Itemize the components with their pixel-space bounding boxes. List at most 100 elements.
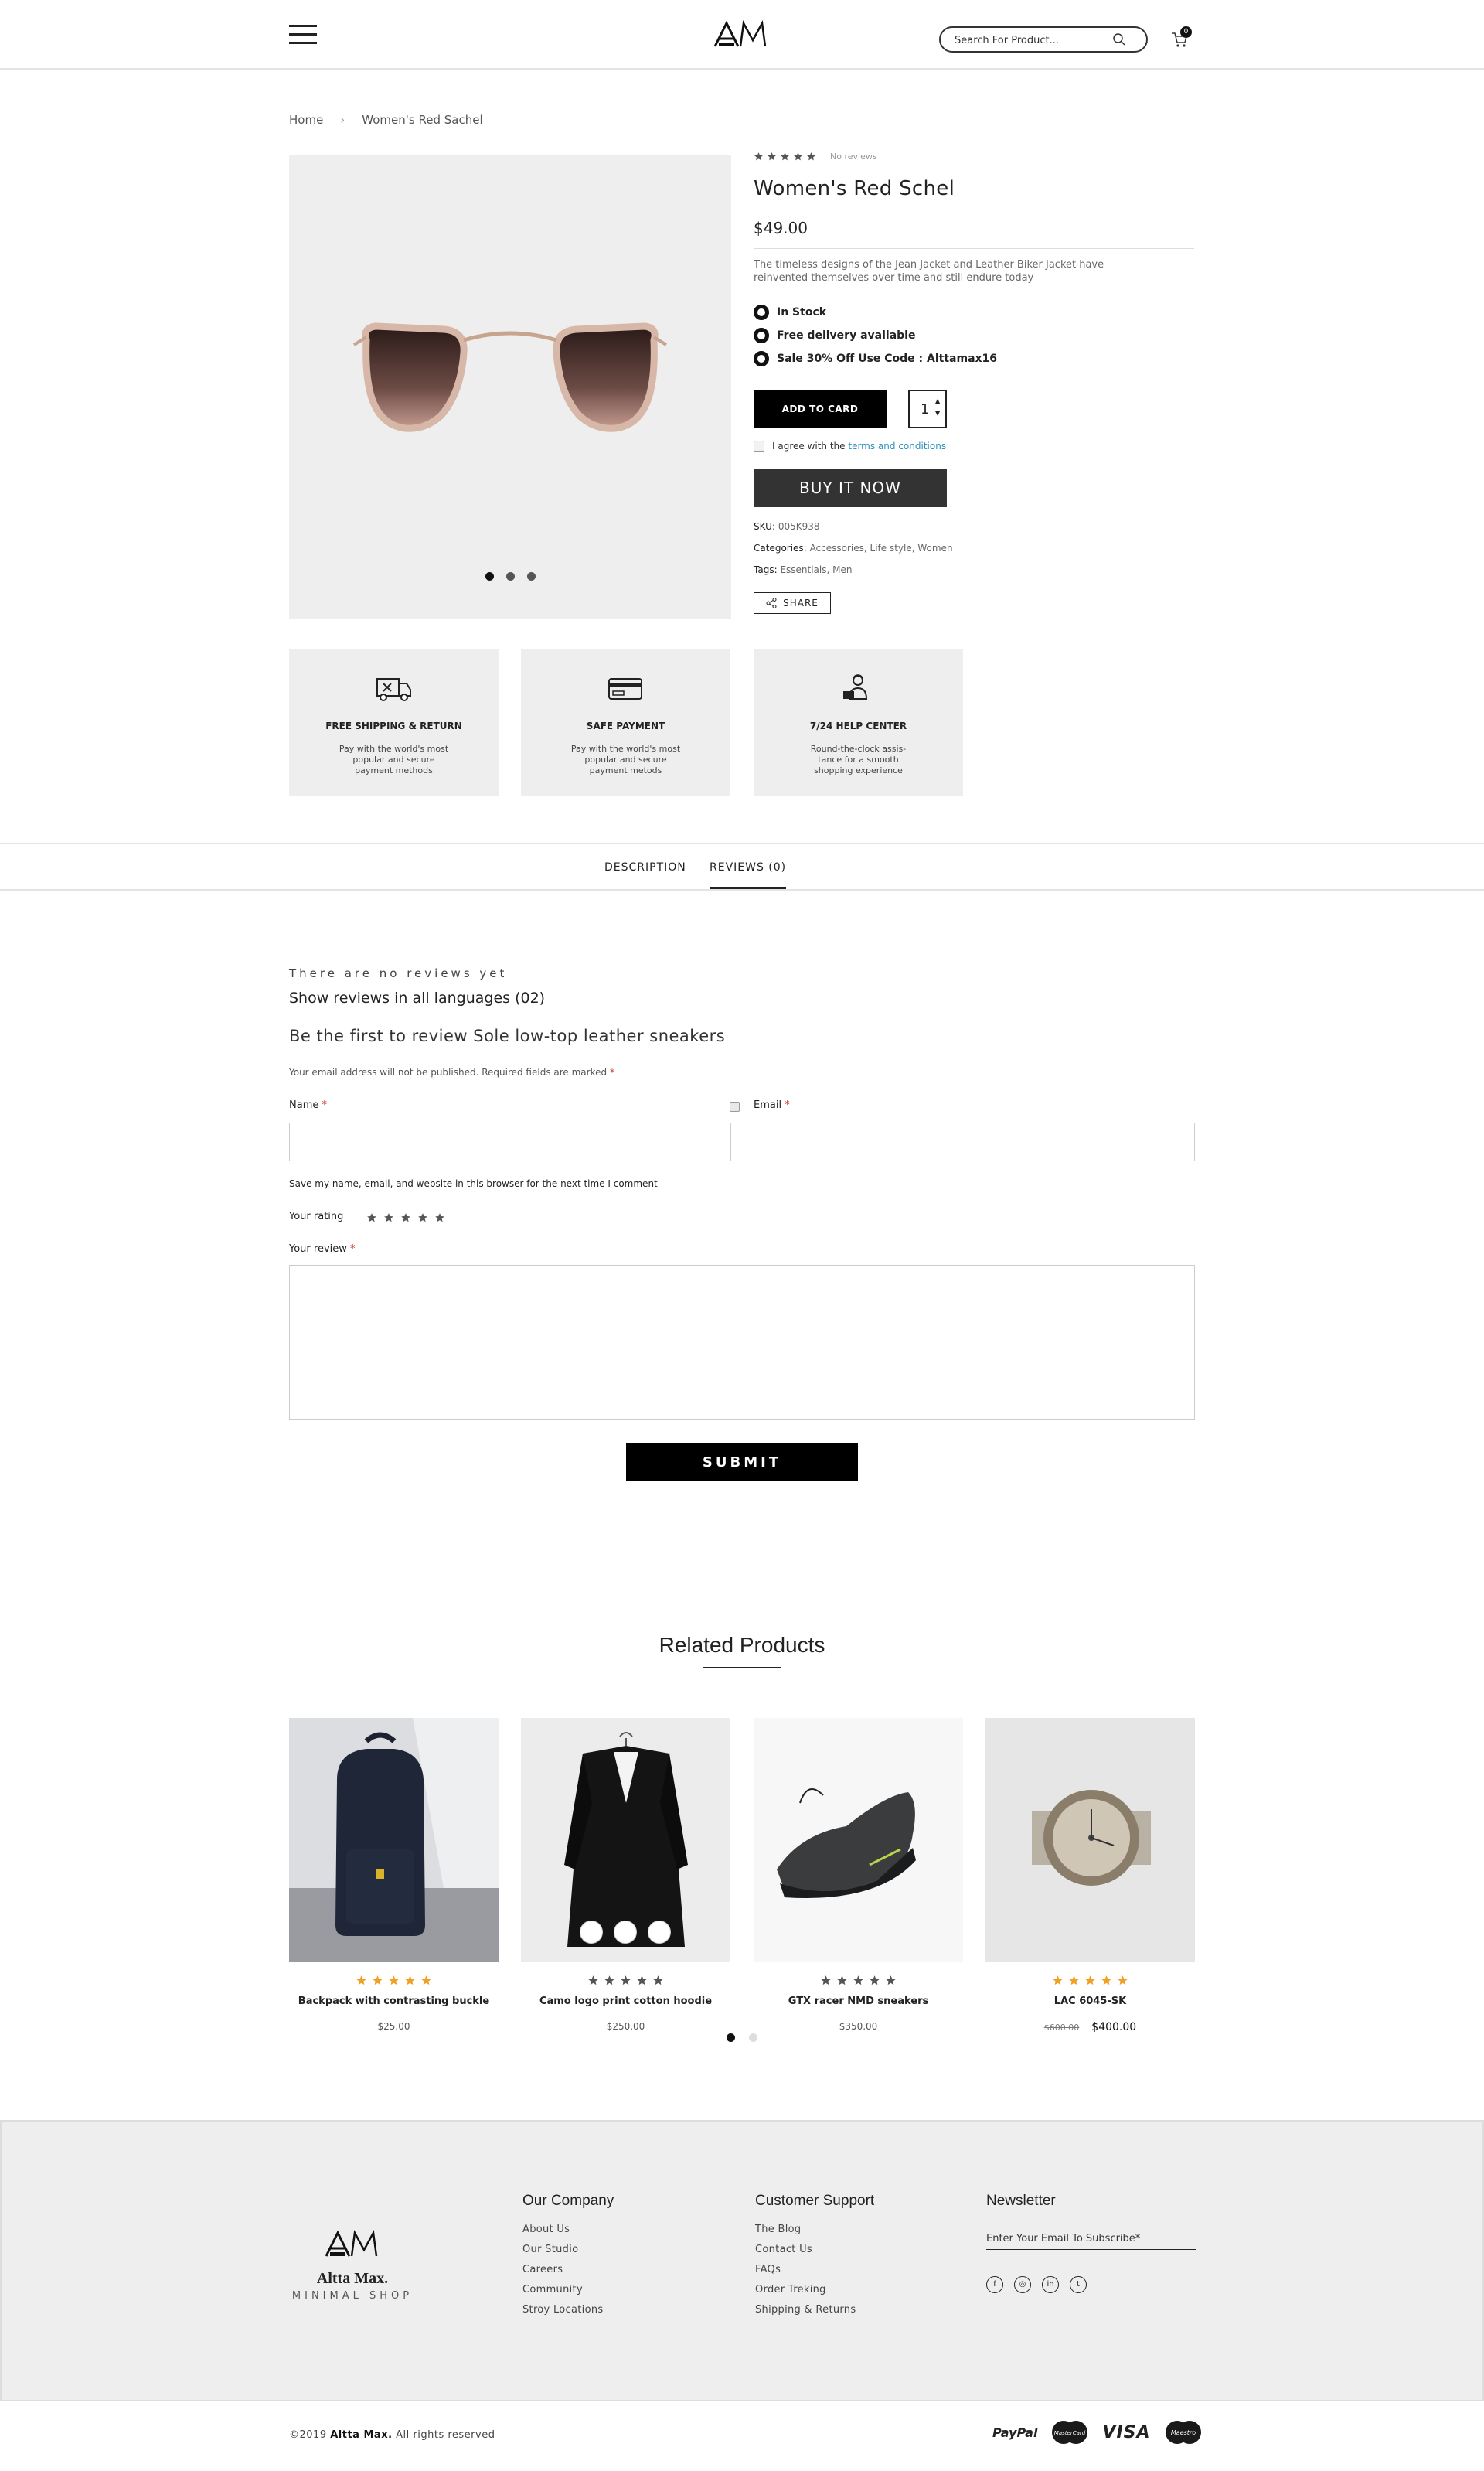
categories-label: Categories: — [754, 543, 807, 554]
star-icon — [637, 1975, 647, 1985]
card-name[interactable]: LAC 6045-SK — [985, 1996, 1195, 2007]
tab-reviews[interactable]: REVIEWS (0) — [710, 861, 787, 889]
feature-desc: Pay with the world's most popular and se… — [570, 744, 681, 775]
product-gallery[interactable] — [289, 155, 731, 619]
review-form-title: Be the first to review Sole low-top leat… — [289, 1027, 726, 1045]
star-icon[interactable] — [366, 1212, 377, 1223]
footer-link[interactable]: Our Studio — [522, 2244, 614, 2255]
star-icon[interactable] — [417, 1212, 428, 1223]
card-name[interactable]: GTX racer NMD sneakers — [754, 1996, 963, 2007]
feature-item: In Stock — [754, 305, 1194, 320]
menu-icon[interactable] — [289, 25, 317, 45]
product-image-hoodie[interactable] — [521, 1718, 730, 1962]
instagram-icon[interactable]: ◎ — [1014, 2276, 1031, 2293]
feature-title: FREE SHIPPING & RETURN — [325, 721, 462, 731]
sku-label: SKU: — [754, 521, 775, 532]
rating-input[interactable] — [366, 1212, 445, 1223]
tab-description[interactable]: DESCRIPTION — [604, 861, 686, 874]
facebook-icon[interactable]: f — [986, 2276, 1003, 2293]
email-input[interactable] — [754, 1123, 1194, 1161]
sku-row: SKU: 005K938 — [754, 521, 820, 532]
review-field — [289, 1265, 1195, 1420]
save-info-checkbox[interactable] — [730, 1102, 740, 1112]
footer-link[interactable]: FAQs — [755, 2264, 874, 2275]
star-icon — [1101, 1975, 1111, 1985]
required-note: Your email address will not be published… — [289, 1067, 614, 1078]
footer-link[interactable]: Community — [522, 2284, 614, 2295]
search-icon[interactable] — [1112, 32, 1126, 46]
star-icon — [405, 1975, 415, 1985]
footer-link[interactable]: The Blog — [755, 2224, 874, 2235]
feature-desc: Pay with the world's most popular and se… — [339, 744, 449, 775]
footer-logo[interactable] — [323, 2230, 383, 2258]
star-icon — [621, 1975, 631, 1985]
brand-logo[interactable] — [713, 20, 771, 48]
zoom-icon[interactable] — [648, 1921, 671, 1944]
star-icon — [604, 1975, 614, 1985]
footer-link[interactable]: Contact Us — [755, 2244, 874, 2255]
social-links: f ◎ in t — [986, 2276, 1087, 2293]
review-textarea[interactable] — [290, 1266, 1194, 1419]
carousel-dot[interactable] — [749, 2033, 757, 2042]
wishlist-icon[interactable] — [580, 1921, 603, 1944]
product-card[interactable]: Backpack with contrasting buckle $25.00 — [289, 1718, 499, 2032]
show-all-languages-link[interactable]: Show reviews in all languages (02) — [289, 990, 545, 1007]
tags-value[interactable]: Essentials, Men — [780, 564, 852, 575]
twitter-icon[interactable]: t — [1070, 2276, 1087, 2293]
title-underline — [703, 1667, 781, 1668]
quick-add-icon[interactable] — [614, 1921, 637, 1944]
footer-link[interactable]: About Us — [522, 2224, 614, 2235]
footer-link[interactable]: Order Treking — [755, 2284, 874, 2295]
cart-count-badge: 0 — [1180, 26, 1192, 38]
card-name[interactable]: Backpack with contrasting buckle — [289, 1996, 499, 2007]
cart-button[interactable]: 0 — [1171, 26, 1192, 49]
search-input[interactable] — [955, 33, 1109, 47]
star-icon[interactable] — [383, 1212, 394, 1223]
star-icon — [1118, 1975, 1128, 1985]
categories-value[interactable]: Accessories, Life style, Women — [810, 543, 953, 554]
product-card[interactable]: Camo logo print cotton hoodie $250.00 — [521, 1718, 730, 2032]
star-icon[interactable] — [400, 1212, 411, 1223]
tags-label: Tags: — [754, 564, 778, 575]
increment-icon[interactable]: ▲ — [935, 397, 940, 404]
buy-now-button[interactable]: BUY IT NOW — [754, 469, 947, 507]
footer-tagline: MINIMAL SHOP — [291, 2290, 414, 2302]
terms-checkbox[interactable] — [754, 441, 764, 452]
bullet-icon — [754, 305, 769, 320]
star-icon[interactable] — [434, 1212, 445, 1223]
star-icon — [754, 152, 763, 161]
footer-link[interactable]: Careers — [522, 2264, 614, 2275]
quantity-stepper[interactable]: 1 ▲ ▼ — [908, 390, 947, 428]
old-price: $600.00 — [1043, 2023, 1080, 2033]
add-to-cart-button[interactable]: ADD TO CARD — [754, 390, 887, 428]
feature-desc: Round-the-clock assis-tance for a smooth… — [810, 744, 907, 775]
submit-button[interactable]: SUBMIT — [626, 1443, 858, 1481]
categories-row: Categories: Accessories, Life style, Wom… — [754, 543, 953, 554]
gallery-dot[interactable] — [527, 572, 536, 581]
save-info-text: Save my name, email, and website in this… — [289, 1178, 658, 1189]
product-image-watch[interactable] — [985, 1718, 1195, 1962]
name-input[interactable] — [290, 1123, 730, 1161]
linkedin-icon[interactable]: in — [1042, 2276, 1059, 2293]
carousel-dot[interactable] — [727, 2033, 735, 2042]
star-icon — [356, 1975, 366, 1985]
product-title: Women's Red Schel — [754, 177, 955, 200]
product-image-sneakers[interactable] — [754, 1718, 963, 1962]
gallery-dot[interactable] — [506, 572, 515, 581]
product-card[interactable]: LAC 6045-SK $600.00 $400.00 — [985, 1718, 1195, 2033]
card-name[interactable]: Camo logo print cotton hoodie — [521, 1996, 730, 2007]
footer-company: Our Company About Us Our Studio Careers … — [522, 2193, 614, 2324]
product-card[interactable]: GTX racer NMD sneakers $350.00 — [754, 1718, 963, 2032]
decrement-icon[interactable]: ▼ — [935, 410, 940, 417]
product-image-backpack[interactable] — [289, 1718, 499, 1962]
footer-link[interactable]: Stroy Locations — [522, 2304, 614, 2316]
breadcrumb-home[interactable]: Home — [289, 113, 323, 127]
feature-label: In Stock — [777, 306, 827, 319]
newsletter-input[interactable]: Enter Your Email To Subscribe* — [986, 2233, 1196, 2250]
footer-link[interactable]: Shipping & Returns — [755, 2304, 874, 2316]
gallery-dot[interactable] — [485, 572, 494, 581]
breadcrumb-separator: › — [340, 113, 345, 127]
terms-link[interactable]: terms and conditions — [848, 441, 946, 452]
new-price: $400.00 — [1091, 2021, 1137, 2033]
share-button[interactable]: SHARE — [754, 592, 831, 614]
